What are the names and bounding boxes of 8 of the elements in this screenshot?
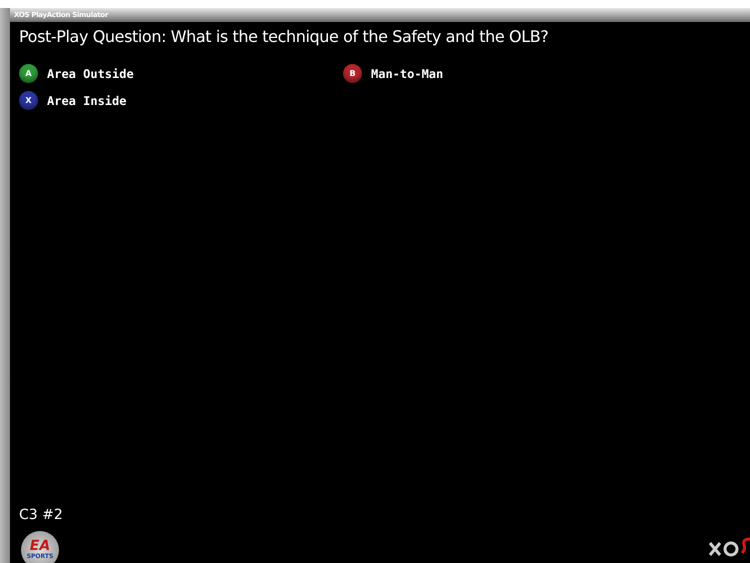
question-text: Post-Play Question: What is the technique of the Safety and the OLB? (19, 26, 550, 48)
answer-option[interactable]: Man-to-Man (371, 66, 444, 80)
answer-option[interactable]: Area Inside (47, 94, 126, 108)
answer-option[interactable]: Area Outside (47, 66, 134, 80)
controller-button-icon: A (19, 64, 38, 83)
controller-button-icon: B (343, 64, 362, 83)
controller-button-icon: X (19, 91, 38, 110)
play-id-label: C3 #2 (19, 507, 64, 523)
